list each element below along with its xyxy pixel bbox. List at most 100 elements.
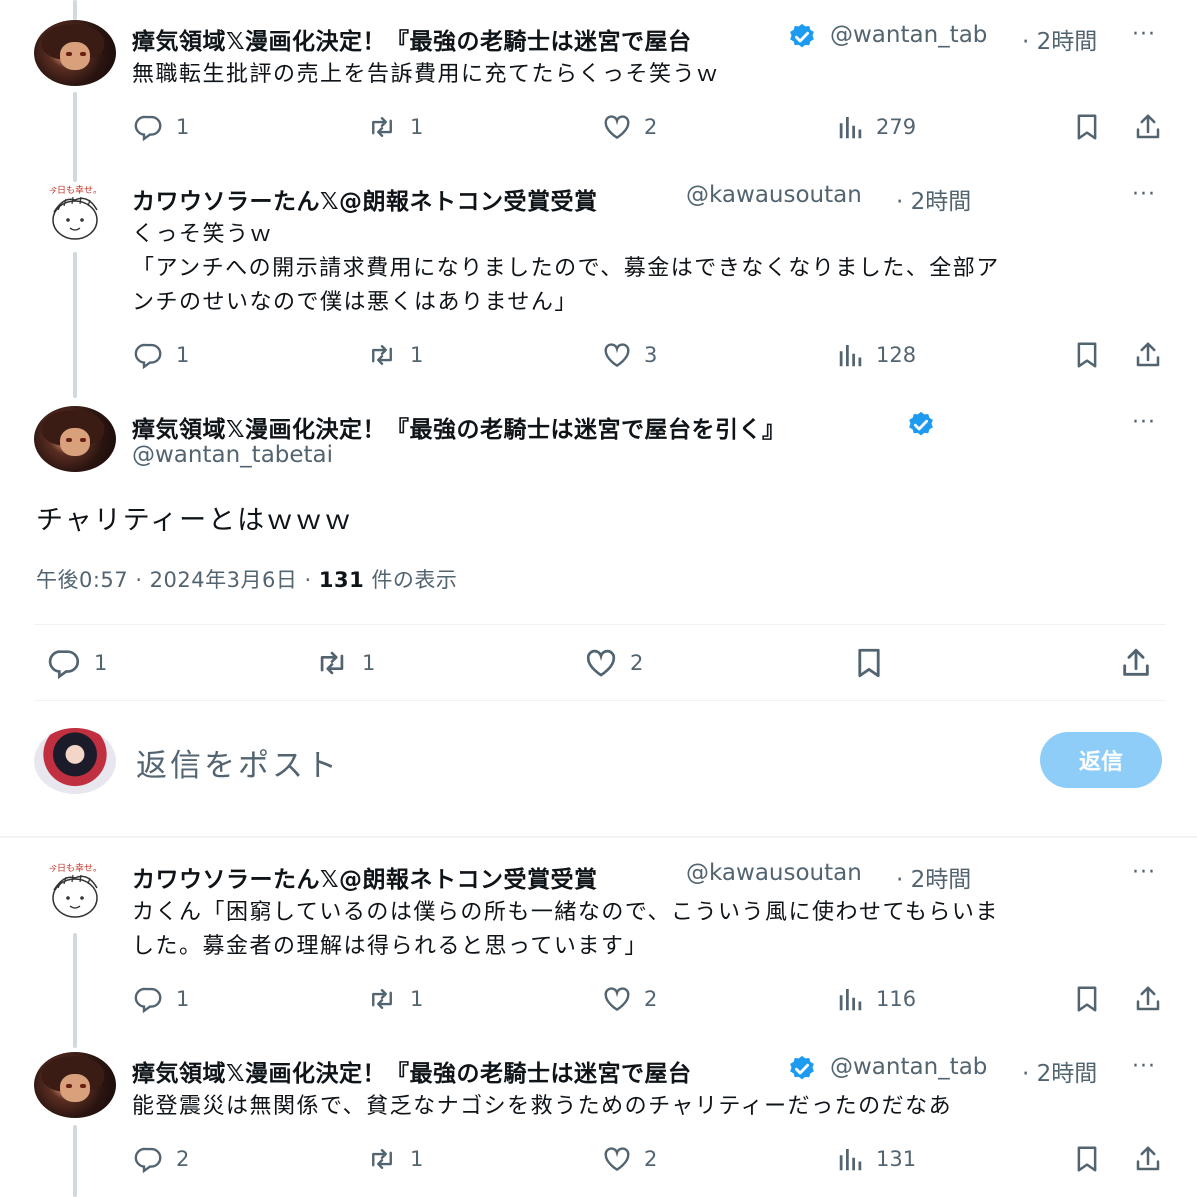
reply-icon xyxy=(132,984,166,1014)
share-icon[interactable] xyxy=(1132,1144,1164,1174)
avatar-kawausoutan[interactable]: 今日も幸せ。 xyxy=(34,860,116,926)
views-icon xyxy=(836,340,866,370)
reply-count: 2 xyxy=(176,1147,190,1171)
reply-button[interactable]: 1 xyxy=(132,340,189,370)
views-icon xyxy=(836,984,866,1014)
share-icon[interactable] xyxy=(1132,112,1164,142)
bookmark-icon[interactable] xyxy=(1072,1144,1102,1174)
like-button[interactable]: 2 xyxy=(582,646,643,680)
like-button[interactable]: 2 xyxy=(600,112,657,142)
heart-icon xyxy=(600,112,634,142)
post-time[interactable]: · 2時間 xyxy=(896,860,971,894)
post-time[interactable]: · 2時間 xyxy=(1022,22,1097,56)
reply-count: 1 xyxy=(94,651,108,675)
like-count: 2 xyxy=(630,651,644,675)
like-button[interactable]: 2 xyxy=(600,1144,657,1174)
reply-input[interactable]: 返信をポスト xyxy=(136,740,340,785)
author-name[interactable]: カワウソラーたん𝕏@朗報ネトコン受賞受賞 xyxy=(132,182,598,216)
author-handle[interactable]: @wantan_tab xyxy=(830,1054,987,1080)
views-count: 128 xyxy=(876,343,917,367)
post-text: 能登震災は無関係で、貧乏なナゴシを救うためのチャリティーだったのだなあ xyxy=(132,1094,953,1119)
post-timestamp[interactable]: 午後0:57 · 2024年3月6日 · xyxy=(36,568,319,592)
views-count: 279 xyxy=(876,115,917,139)
like-count: 3 xyxy=(644,343,658,367)
views-button[interactable]: 131 xyxy=(836,1144,916,1174)
author-handle[interactable]: @kawausoutan xyxy=(686,860,862,886)
heart-icon xyxy=(600,340,634,370)
bookmark-icon[interactable] xyxy=(1072,112,1102,142)
kawauso-drawing: 今日も幸せ。 xyxy=(48,184,102,240)
reply-button[interactable]: 2 xyxy=(132,1144,189,1174)
avatar-caption: 今日も幸せ。 xyxy=(48,184,102,196)
more-options-icon[interactable]: ··· xyxy=(1132,22,1156,47)
like-button[interactable]: 3 xyxy=(600,340,657,370)
retweet-button[interactable]: 1 xyxy=(364,984,423,1014)
author-name[interactable]: 瘴気領域𝕏漫画化決定！『最強の老騎士は迷宮で屋台を引く』 xyxy=(132,410,786,444)
like-button[interactable]: 2 xyxy=(600,984,657,1014)
post-text-line: した。募金者の理解は得られると思っています」 xyxy=(132,934,648,959)
avatar-kawausoutan[interactable]: 今日も幸せ。 xyxy=(34,182,116,248)
retweet-button[interactable]: 1 xyxy=(364,340,423,370)
like-count: 2 xyxy=(644,987,658,1011)
avatar-wantan[interactable] xyxy=(34,406,116,472)
my-avatar[interactable] xyxy=(34,728,116,794)
retweet-button[interactable]: 1 xyxy=(312,646,375,680)
section-divider xyxy=(0,836,1197,838)
post-text-line: ンチのせいなので僕は悪くはありません」 xyxy=(132,290,578,315)
reply-count: 1 xyxy=(176,115,190,139)
reply-button[interactable]: 1 xyxy=(132,984,189,1014)
views-button[interactable]: 128 xyxy=(836,340,916,370)
author-name[interactable]: 瘴気領域𝕏漫画化決定！『最強の老騎士は迷宮で屋台 xyxy=(132,22,692,56)
post-text-line: 「アンチへの開示請求費用になりましたので、募金はできなくなりました、全部ア xyxy=(132,256,1000,281)
views-button[interactable]: 116 xyxy=(836,984,916,1014)
views-count: 131 xyxy=(876,1147,917,1171)
author-handle[interactable]: @wantan_tab xyxy=(830,22,987,48)
post-time[interactable]: · 2時間 xyxy=(1022,1054,1097,1088)
author-name[interactable]: 瘴気領域𝕏漫画化決定！『最強の老騎士は迷宮で屋台 xyxy=(132,1054,692,1088)
retweet-count: 1 xyxy=(362,651,376,675)
divider xyxy=(34,624,1166,625)
retweet-icon xyxy=(364,340,400,370)
verified-badge-icon xyxy=(906,410,936,440)
post-meta: 午後0:57 · 2024年3月6日 · 131 件の表示 xyxy=(36,564,457,594)
reply-button[interactable]: 1 xyxy=(132,112,189,142)
more-options-icon[interactable]: ··· xyxy=(1132,1054,1156,1079)
reply-icon xyxy=(132,112,166,142)
more-options-icon[interactable]: ··· xyxy=(1132,410,1156,435)
avatar-wantan[interactable] xyxy=(34,20,116,86)
retweet-count: 1 xyxy=(410,115,424,139)
author-name[interactable]: カワウソラーたん𝕏@朗報ネトコン受賞受賞 xyxy=(132,860,598,894)
reply-icon xyxy=(132,340,166,370)
reply-submit-button[interactable]: 返信 xyxy=(1040,732,1162,788)
verified-badge-icon xyxy=(787,1054,817,1084)
bookmark-icon[interactable] xyxy=(1072,340,1102,370)
more-options-icon[interactable]: ··· xyxy=(1132,182,1156,207)
share-icon[interactable] xyxy=(1118,646,1154,680)
author-handle[interactable]: @wantan_tabetai xyxy=(132,442,333,468)
retweet-count: 1 xyxy=(410,1147,424,1171)
post-time[interactable]: · 2時間 xyxy=(896,182,971,216)
reply-count: 1 xyxy=(176,987,190,1011)
bookmark-icon[interactable] xyxy=(852,646,886,680)
more-options-icon[interactable]: ··· xyxy=(1132,860,1156,885)
heart-icon xyxy=(600,1144,634,1174)
share-icon[interactable] xyxy=(1132,984,1164,1014)
views-button[interactable]: 279 xyxy=(836,112,916,142)
reply-icon xyxy=(46,646,84,680)
avatar-wantan[interactable] xyxy=(34,1052,116,1118)
bookmark-icon[interactable] xyxy=(1072,984,1102,1014)
thread-line xyxy=(73,252,77,398)
retweet-count: 1 xyxy=(410,987,424,1011)
author-handle[interactable]: @kawausoutan xyxy=(686,182,862,208)
retweet-button[interactable]: 1 xyxy=(364,112,423,142)
thread-line xyxy=(73,92,77,182)
like-count: 2 xyxy=(644,115,658,139)
share-icon[interactable] xyxy=(1132,340,1164,370)
retweet-button[interactable]: 1 xyxy=(364,1144,423,1174)
heart-icon xyxy=(600,984,634,1014)
verified-badge-icon xyxy=(787,22,817,52)
post-text-line: くっそ笑うｗ xyxy=(132,222,274,247)
avatar-caption: 今日も幸せ。 xyxy=(48,862,102,874)
like-count: 2 xyxy=(644,1147,658,1171)
reply-button[interactable]: 1 xyxy=(46,646,107,680)
